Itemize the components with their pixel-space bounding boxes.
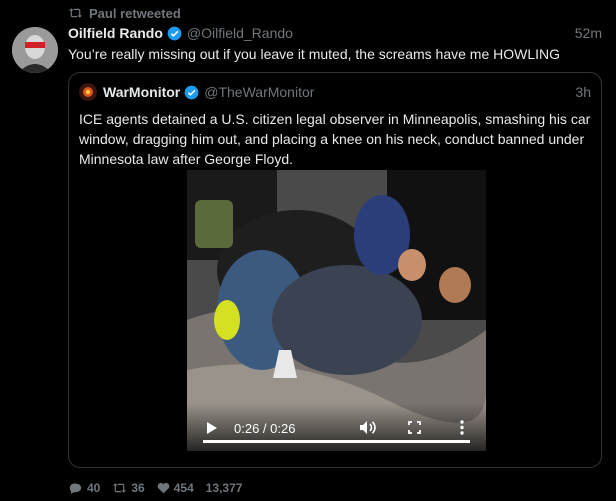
view-count: 13,377 (205, 481, 243, 495)
retweet-icon (113, 483, 127, 493)
verified-icon (167, 26, 182, 40)
video-time: 0:26 / 0:26 (234, 421, 296, 436)
video-progress-fill (203, 440, 470, 443)
quoted-author-name[interactable]: WarMonitor (103, 84, 180, 100)
reply-icon (69, 483, 82, 494)
heart-icon (157, 482, 170, 494)
retweet-icon (68, 8, 83, 18)
tweet-text: You’re really missing out if you leave i… (68, 46, 561, 62)
author-name[interactable]: Oilfield Rando (68, 25, 163, 41)
retweet-label: Paul retweeted (89, 5, 181, 21)
quoted-tweet[interactable]: WarMonitor @TheWarMonitor 3h ICE agents … (68, 72, 602, 468)
quoted-tweet-text: ICE agents detained a U.S. citizen legal… (79, 111, 591, 167)
retweet-indicator[interactable]: Paul retweeted (68, 5, 181, 21)
reply-count: 40 (87, 481, 101, 495)
tweet-header: Oilfield Rando @Oilfield_Rando 52m (68, 24, 602, 42)
quoted-author-handle[interactable]: @TheWarMonitor (204, 84, 314, 100)
video-player[interactable]: 0:26 / 0:26 (187, 170, 486, 451)
video-controls: 0:26 / 0:26 (187, 403, 486, 451)
retweet-action[interactable]: 36 (112, 481, 145, 495)
author-handle[interactable]: @Oilfield_Rando (187, 25, 293, 41)
fullscreen-icon[interactable] (408, 421, 421, 434)
quoted-avatar[interactable] (79, 83, 97, 101)
views-action[interactable]: 13,377 (206, 481, 243, 495)
quoted-timestamp[interactable]: 3h (575, 84, 591, 100)
retweet-count: 36 (131, 481, 145, 495)
verified-icon (184, 85, 199, 99)
more-options-icon[interactable] (460, 420, 464, 435)
tweet-actions: 40 36 454 13,377 (68, 480, 242, 496)
like-action[interactable]: 454 (157, 481, 194, 495)
quoted-tweet-header: WarMonitor @TheWarMonitor 3h (79, 83, 591, 101)
avatar[interactable] (12, 27, 58, 73)
play-icon[interactable] (206, 421, 218, 435)
reply-action[interactable]: 40 (68, 481, 100, 495)
video-progress-bar[interactable] (203, 440, 470, 443)
volume-icon[interactable] (359, 420, 376, 435)
like-count: 454 (173, 481, 194, 495)
tweet-timestamp[interactable]: 52m (575, 25, 602, 41)
